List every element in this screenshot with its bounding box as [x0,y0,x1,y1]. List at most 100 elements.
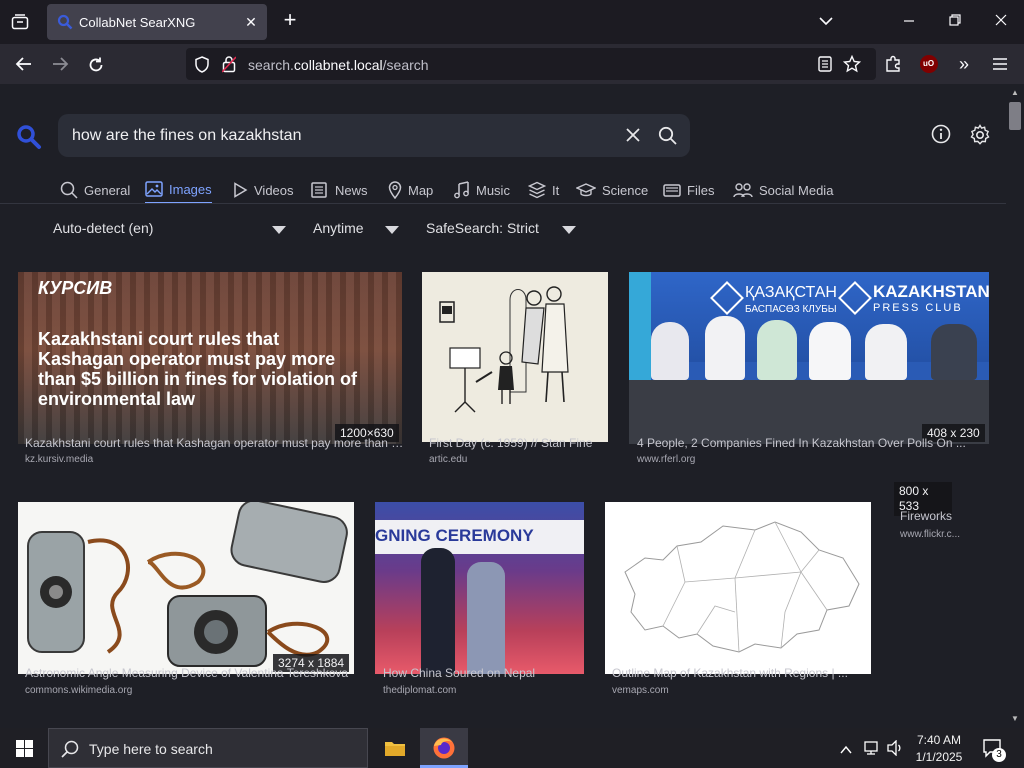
result-thumbnail-signing[interactable]: GNING CEREMONY [375,502,584,674]
scrollbar-thumb[interactable] [1009,102,1021,130]
safesearch-select[interactable]: SafeSearch: Strict [426,220,539,236]
time-range-select[interactable]: Anytime [313,220,364,236]
person [931,324,977,380]
shield-icon[interactable] [194,56,210,78]
safesearch-dropdown-arrow-icon[interactable] [562,226,576,234]
info-icon[interactable] [931,124,951,149]
tab-videos[interactable]: Videos [232,176,294,204]
windows-start-icon[interactable] [16,740,33,762]
layers-icon [528,181,546,199]
result-source[interactable]: www.rferl.org [637,454,695,465]
music-note-icon [454,181,469,199]
result-title[interactable]: Fireworks [900,509,1000,523]
person [865,324,907,380]
ublock-origin-icon[interactable]: uO [920,55,938,73]
result-source[interactable]: vemaps.com [612,685,669,696]
firefox-taskbar-button[interactable] [420,728,468,768]
taskbar-search-box[interactable]: Type here to search [48,728,368,768]
taskbar-date[interactable]: 1/1/2025 [904,750,974,764]
scroll-down-arrow-icon[interactable]: ▼ [1011,714,1019,723]
search-box[interactable]: how are the fines on kazakhstan [58,114,690,157]
kursiv-logo: КУРСИВ [38,278,113,298]
result-title[interactable]: Outline Map of Kazakhstan with Regions |… [612,666,870,680]
tab-files[interactable]: Files [663,176,714,204]
tab-science[interactable]: Science [576,176,648,204]
result-title[interactable]: How China Soured on Nepal [383,666,583,680]
searxng-favicon-icon [57,14,73,35]
map-pin-icon [388,181,402,199]
newspaper-icon [311,182,327,198]
page-scrollbar[interactable]: ▲ ▼ [1006,84,1024,728]
more-tools-chevrons-icon[interactable]: » [954,55,974,73]
person-left [421,548,455,674]
show-hidden-icons-icon[interactable] [840,742,852,760]
time-dropdown-arrow-icon[interactable] [385,226,399,234]
result-thumbnail-map[interactable] [605,502,871,674]
insecure-lock-icon[interactable] [221,55,237,78]
taskbar-time[interactable]: 7:40 AM [904,733,974,747]
thumb-banner-kz: ҚАЗАҚСТАН [745,284,837,301]
person [757,320,797,380]
forward-arrow-icon[interactable] [50,56,70,76]
scroll-up-arrow-icon[interactable]: ▲ [1011,88,1019,97]
volume-icon[interactable] [886,739,904,761]
folder-icon [663,184,681,197]
person [809,322,851,380]
minimize-icon[interactable] [900,14,918,30]
close-window-icon[interactable] [992,14,1010,30]
result-title[interactable]: Kazakhstani court rules that Kashagan op… [25,436,409,450]
back-arrow-icon[interactable] [14,56,34,76]
language-dropdown-arrow-icon[interactable] [272,226,286,234]
tab-images[interactable]: Images [145,176,212,204]
result-title[interactable]: Astronomic Angle Measuring Device of Val… [25,666,361,680]
person [651,322,689,380]
result-thumbnail-press-club[interactable]: ҚАЗАҚСТАН БАСПАСӨЗ КЛУБЫ KAZAKHSTAN PRES… [629,272,989,444]
play-icon [234,182,248,198]
search-query[interactable]: how are the fines on kazakhstan [72,127,301,145]
reader-view-icon[interactable] [818,56,832,77]
url-text: search.collabnet.local/search [248,57,429,73]
close-tab-icon[interactable]: ✕ [243,14,259,30]
tab-map[interactable]: Map [388,176,433,204]
cartoon-illustration [439,286,569,413]
person [705,316,745,380]
result-source[interactable]: thediplomat.com [383,685,456,696]
result-source[interactable]: artic.edu [429,454,467,465]
result-source[interactable]: www.flickr.c... [900,529,960,540]
result-thumbnail-kursiv[interactable]: КУРСИВ Kazakhstani court rules that Kash… [18,272,402,444]
divider [0,203,1006,204]
searxng-logo-icon[interactable] [16,124,42,155]
tab-active[interactable]: CollabNet SearXNG ✕ [47,4,267,40]
new-tab-icon[interactable]: + [280,9,300,31]
taskbar-search-placeholder: Type here to search [89,741,213,757]
search-submit-icon[interactable] [658,126,678,151]
url-bar[interactable]: search.collabnet.local/search [186,48,876,80]
language-select[interactable]: Auto-detect (en) [53,220,153,236]
result-source[interactable]: kz.kursiv.media [25,454,93,465]
tab-music[interactable]: Music [454,176,510,204]
tab-news[interactable]: News [311,176,368,204]
searxng-page: how are the fines on kazakhstan General … [0,84,1006,728]
file-explorer-icon[interactable] [384,738,406,763]
network-icon[interactable] [863,740,881,761]
bookmark-star-icon[interactable] [842,54,862,78]
result-title[interactable]: 4 People, 2 Companies Fined In Kazakhsta… [637,436,997,450]
kazakhstan-outline-map [624,521,860,653]
result-title[interactable]: First Day (c. 1959) // Stan Fine [429,436,607,450]
result-thumbnail-cartoon[interactable] [422,272,608,442]
settings-gear-icon[interactable] [969,124,991,151]
flag-kz [629,272,651,392]
app-menu-icon[interactable] [992,57,1008,76]
reload-icon[interactable] [86,56,106,78]
result-thumbnail-device[interactable] [18,502,354,674]
clear-search-icon[interactable] [626,128,640,147]
restore-icon[interactable] [946,14,964,30]
list-all-tabs-icon[interactable] [816,14,836,30]
tab-social-media[interactable]: Social Media [733,176,833,204]
result-source[interactable]: commons.wikimedia.org [25,685,132,696]
extensions-puzzle-icon[interactable] [884,55,902,78]
tab-list-icon[interactable] [10,14,30,34]
image-icon [145,181,163,197]
tab-it[interactable]: It [528,176,559,204]
tab-general[interactable]: General [60,176,130,204]
